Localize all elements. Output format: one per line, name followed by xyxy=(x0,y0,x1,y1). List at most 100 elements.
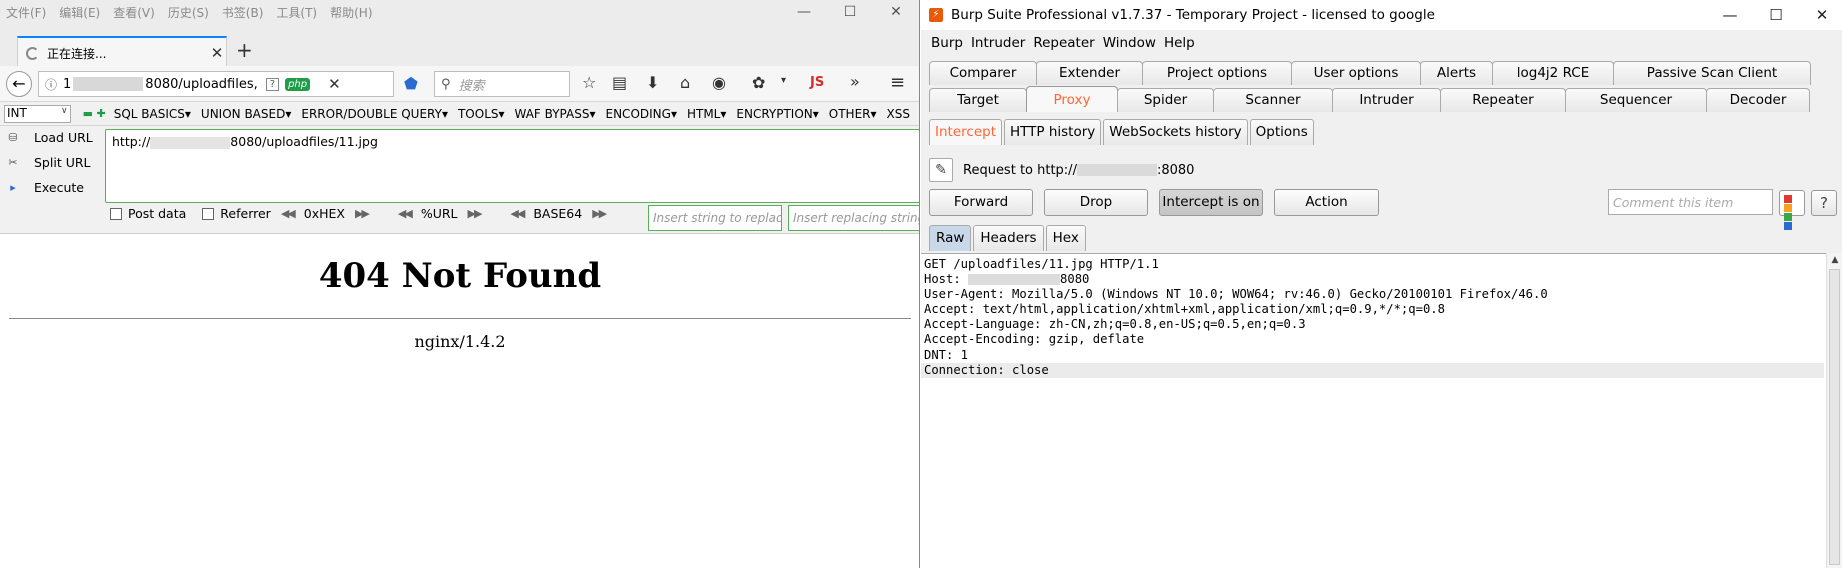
toggle-dots-icon[interactable]: ▬ ✚ xyxy=(83,107,106,120)
tab-alerts[interactable]: Alerts xyxy=(1420,61,1493,85)
scrollbar-thumb[interactable] xyxy=(1829,269,1840,565)
minimize-button[interactable]: — xyxy=(792,4,816,20)
intercept-toggle-button[interactable]: Intercept is on xyxy=(1159,189,1263,216)
burp-menu-intruder[interactable]: Intruder xyxy=(971,35,1025,51)
hamburger-menu-icon[interactable]: ≡ xyxy=(890,72,905,93)
tab-spider[interactable]: Spider xyxy=(1117,88,1214,112)
tab-proxy[interactable]: Proxy xyxy=(1026,86,1118,112)
tab-comparer[interactable]: Comparer xyxy=(929,61,1037,85)
request-editor[interactable]: GET /uploadfiles/11.jpg HTTP/1.1 Host: 8… xyxy=(921,253,1842,568)
menu-other[interactable]: OTHER▾ xyxy=(829,107,877,121)
load-url-button[interactable]: ⛁ Load URL xyxy=(6,130,92,145)
split-url-button[interactable]: ✂ Split URL xyxy=(6,155,90,170)
url-clear-icon[interactable]: ✕ xyxy=(328,75,341,93)
highlight-color-button[interactable] xyxy=(1779,190,1805,230)
tab-user-options[interactable]: User options xyxy=(1291,61,1421,85)
menu-html[interactable]: HTML▾ xyxy=(687,107,726,121)
search-box[interactable]: ⚲ 搜索 xyxy=(434,71,570,97)
maximize-button[interactable]: ☐ xyxy=(838,4,862,20)
base64-decode-arrow-icon[interactable]: ◀◀ xyxy=(510,207,525,220)
tab-intruder[interactable]: Intruder xyxy=(1332,88,1441,112)
scroll-up-icon[interactable]: ▲ xyxy=(1827,253,1842,267)
addon-icon[interactable]: ◉ xyxy=(712,73,726,92)
edit-pencil-icon[interactable]: ✎ xyxy=(929,158,953,182)
referrer-checkbox[interactable] xyxy=(202,207,215,220)
extension-icon[interactable]: ⬟ xyxy=(404,74,418,93)
tab-http-history[interactable]: HTTP history xyxy=(1003,119,1102,145)
hex-encode-arrow-icon[interactable]: ▶▶ xyxy=(355,207,370,220)
menu-union-based[interactable]: UNION BASED▾ xyxy=(201,107,291,121)
menu-bookmarks[interactable]: 书签(B) xyxy=(222,4,264,21)
tab-sequencer[interactable]: Sequencer xyxy=(1565,88,1707,112)
tab-intercept[interactable]: Intercept xyxy=(929,119,1002,145)
menu-encoding[interactable]: ENCODING▾ xyxy=(606,107,677,121)
menu-encryption[interactable]: ENCRYPTION▾ xyxy=(736,107,818,121)
tab-project-options[interactable]: Project options xyxy=(1142,61,1292,85)
hex-decode-arrow-icon[interactable]: ◀◀ xyxy=(281,207,296,220)
new-tab-button[interactable]: + xyxy=(236,38,253,62)
burp-maximize-button[interactable]: ☐ xyxy=(1764,6,1788,24)
page-action-icon[interactable]: ? xyxy=(265,77,280,91)
reading-list-icon[interactable]: ▤ xyxy=(612,73,627,92)
menu-help[interactable]: 帮助(H) xyxy=(330,4,372,21)
url-decode-arrow-icon[interactable]: ◀◀ xyxy=(398,207,413,220)
menu-tools[interactable]: TOOLS▾ xyxy=(458,107,505,121)
insert-string-input[interactable]: Insert string to replace xyxy=(648,205,782,231)
menu-file[interactable]: 文件(F) xyxy=(6,4,46,21)
browser-tab[interactable]: 正在连接... ✕ xyxy=(17,36,227,68)
tab-decoder[interactable]: Decoder xyxy=(1706,88,1810,112)
back-button[interactable]: ← xyxy=(6,71,32,97)
close-button[interactable]: ✕ xyxy=(884,4,908,20)
menu-edit[interactable]: 编辑(E) xyxy=(59,4,100,21)
burp-menu-repeater[interactable]: Repeater xyxy=(1033,35,1094,51)
tab-hex[interactable]: Hex xyxy=(1045,225,1086,251)
burp-menu-window[interactable]: Window xyxy=(1103,35,1156,51)
tab-raw[interactable]: Raw xyxy=(929,225,972,251)
tab-log4j2-rce[interactable]: log4j2 RCE xyxy=(1492,61,1614,85)
menu-history[interactable]: 历史(S) xyxy=(168,4,209,21)
menu-waf-bypass[interactable]: WAF BYPASS▾ xyxy=(515,107,596,121)
tab-extender[interactable]: Extender xyxy=(1036,61,1143,85)
menu-tools[interactable]: 工具(T) xyxy=(276,4,317,21)
editor-scrollbar[interactable]: ▲ xyxy=(1826,253,1842,568)
url-encode-arrow-icon[interactable]: ▶▶ xyxy=(468,207,483,220)
url-bar[interactable]: ⓘ 1 8080/uploadfiles, ? php ✕ xyxy=(38,71,394,97)
post-data-checkbox[interactable] xyxy=(110,207,122,220)
tab-target[interactable]: Target xyxy=(929,88,1027,112)
help-button[interactable]: ? xyxy=(1811,190,1837,216)
execute-button[interactable]: ▸ Execute xyxy=(6,180,84,195)
action-button[interactable]: Action xyxy=(1274,189,1379,216)
burp-close-button[interactable]: ✕ xyxy=(1810,6,1834,24)
js-switch-icon[interactable]: JS xyxy=(810,75,824,90)
insert-replacing-input[interactable]: Insert replacing string xyxy=(788,205,919,231)
bookmark-star-icon[interactable]: ☆ xyxy=(582,73,596,92)
overflow-menu-icon[interactable]: » xyxy=(850,72,860,91)
burp-menu-help[interactable]: Help xyxy=(1164,35,1195,51)
palette-icon[interactable]: ✿ xyxy=(752,73,765,92)
tab-repeater[interactable]: Repeater xyxy=(1440,88,1566,112)
tab-websockets-history[interactable]: WebSockets history xyxy=(1103,119,1248,145)
info-icon[interactable]: ⓘ xyxy=(45,76,57,93)
comment-input[interactable]: Comment this item xyxy=(1608,189,1773,215)
menu-sql-basics[interactable]: SQL BASICS▾ xyxy=(114,107,191,121)
tab-headers[interactable]: Headers xyxy=(973,225,1044,251)
tab-scanner[interactable]: Scanner xyxy=(1213,88,1333,112)
menu-xss[interactable]: XSS xyxy=(887,107,910,121)
tab-passive-scan-client[interactable]: Passive Scan Client xyxy=(1613,61,1811,85)
menu-error-double-query[interactable]: ERROR/DOUBLE QUERY▾ xyxy=(301,107,448,121)
download-icon[interactable]: ⬇ xyxy=(646,73,659,92)
php-extension-icon[interactable]: php xyxy=(285,77,311,91)
base64-encode-arrow-icon[interactable]: ▶▶ xyxy=(592,207,607,220)
forward-button[interactable]: Forward xyxy=(929,189,1033,216)
tab-close-icon[interactable]: ✕ xyxy=(208,44,226,62)
dropdown-icon[interactable]: ▾ xyxy=(781,75,786,86)
burp-minimize-button[interactable]: — xyxy=(1718,6,1742,24)
home-icon[interactable]: ⌂ xyxy=(680,73,690,92)
burp-menu-burp[interactable]: Burp xyxy=(931,35,963,51)
hackbar-options: Post data Referrer ◀◀ 0xHEX ▶▶ ◀◀ %URL ▶… xyxy=(110,206,615,221)
type-select[interactable]: INT ∨ xyxy=(4,104,71,123)
tab-options[interactable]: Options xyxy=(1249,119,1314,145)
drop-button[interactable]: Drop xyxy=(1044,189,1148,216)
hackbar-url-textarea[interactable]: http:// 8080/uploadfiles/11.jpg xyxy=(105,129,919,203)
menu-view[interactable]: 查看(V) xyxy=(113,4,155,21)
